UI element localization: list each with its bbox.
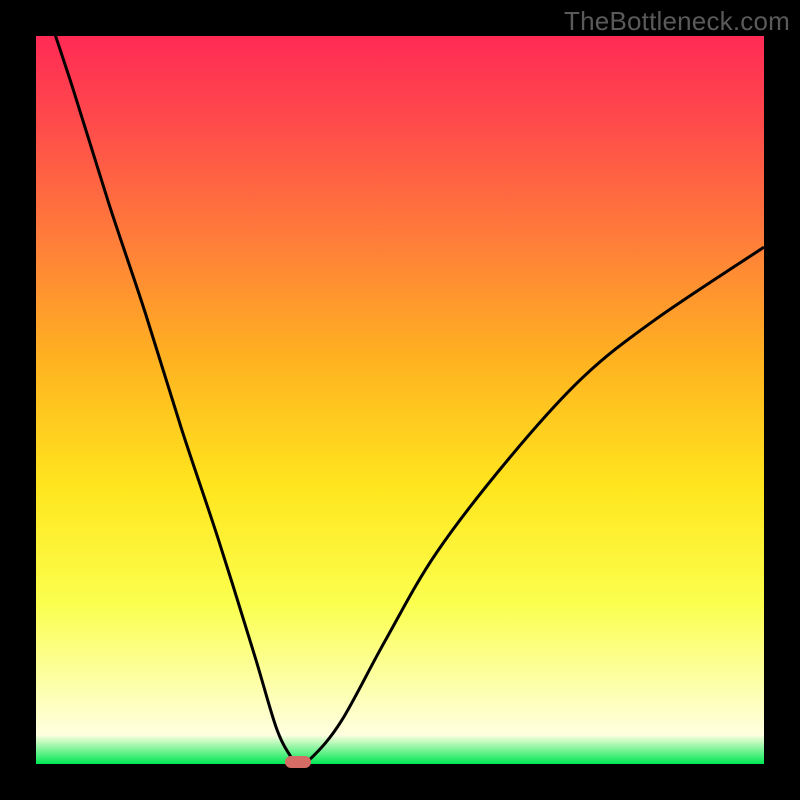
plot-area bbox=[36, 36, 764, 764]
curve-path bbox=[36, 36, 764, 764]
watermark-text: TheBottleneck.com bbox=[564, 6, 790, 37]
bottleneck-curve bbox=[36, 36, 764, 764]
optimal-point-marker bbox=[285, 756, 311, 768]
chart-frame: TheBottleneck.com bbox=[0, 0, 800, 800]
